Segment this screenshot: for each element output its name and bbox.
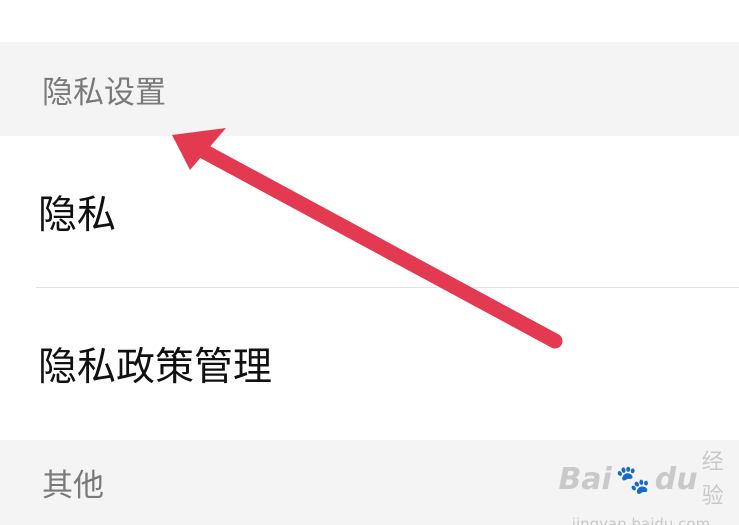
settings-screen: 隐私设置 隐私 隐私政策管理 其他 Bai 🐾 du 经验 jingyan.baid… [0, 0, 739, 525]
watermark-logo: Bai 🐾 du 经验 [558, 450, 724, 509]
list-item-label: 隐私政策管理 [38, 345, 273, 390]
list-item-privacy[interactable]: 隐私 [0, 136, 739, 288]
section-header-label: 其他 [42, 468, 104, 504]
top-spacer [0, 0, 739, 42]
paw-icon: 🐾 [615, 463, 651, 496]
section-header-label: 隐私设置 [42, 74, 166, 111]
baidu-jingyan-watermark: Bai 🐾 du 经验 jingyan.baidu.com [558, 446, 724, 525]
section-header-privacy-settings: 隐私设置 [0, 42, 739, 136]
list-item-label: 隐私 [38, 193, 117, 238]
watermark-url: jingyan.baidu.com [571, 515, 711, 525]
list-item-privacy-policy-management[interactable]: 隐私政策管理 [0, 288, 739, 440]
